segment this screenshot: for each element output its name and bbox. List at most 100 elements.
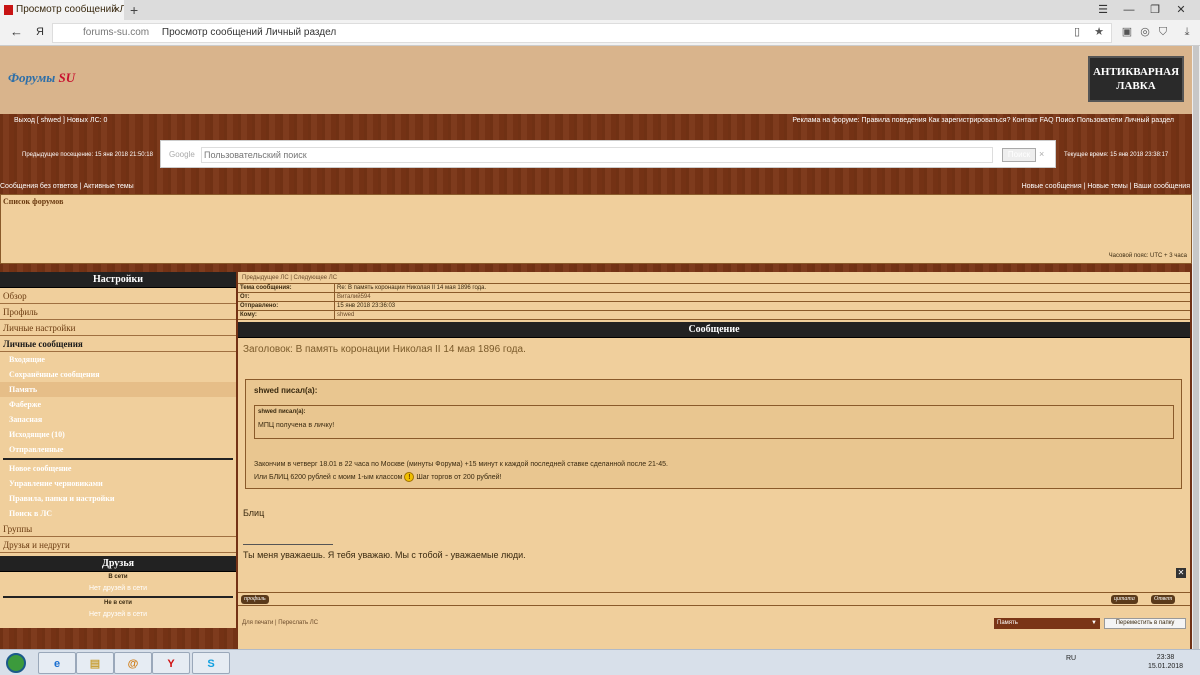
new-posts-links[interactable]: Новые сообщения | Новые темы | Ваши сооб… — [1022, 181, 1190, 193]
close-window-icon[interactable]: ✕ — [1168, 0, 1194, 20]
forum-index-link[interactable]: Список форумов — [3, 197, 63, 206]
quote-inner-author: shwed писал(а): — [258, 409, 306, 415]
unanswered-active-links[interactable]: Сообщения без ответов | Активные темы — [0, 181, 134, 193]
url-host: forums-su.com — [83, 27, 150, 38]
move-to-folder-button[interactable]: Переместить в папку — [1104, 618, 1186, 629]
pm-folder-spare[interactable]: Запасная — [0, 412, 236, 427]
settings-title: Настройки — [0, 272, 236, 288]
tab-title: Просмотр сообщений Л — [16, 4, 124, 15]
friends-title: Друзья — [0, 556, 236, 572]
yandex-browser-icon[interactable]: Y — [152, 652, 190, 674]
message-footer: Для печати | Переслать ЛС Память ▼ Переме… — [238, 614, 1190, 632]
pm-folder-outbox[interactable]: Исходящие (10) — [0, 427, 236, 442]
explorer-icon[interactable]: ▤ — [76, 652, 114, 674]
message-title: Заголовок: В память коронации Николая II… — [243, 344, 526, 355]
from-user-link[interactable]: Виталий594 — [334, 293, 371, 302]
logout-link[interactable]: Выход [ shwed ] Новых ЛС: 0 — [14, 114, 107, 128]
pm-rules[interactable]: Правила, папки и настройки — [0, 491, 236, 506]
star-icon[interactable]: ★ — [1092, 25, 1106, 39]
from-label: От: — [240, 294, 250, 300]
clock-time: 23:38 — [1156, 654, 1175, 661]
extension-icon[interactable]: ▣ — [1120, 25, 1134, 39]
online-label: В сети — [108, 574, 128, 580]
url-field[interactable]: forums-su.com Просмотр сообщений Личный … — [52, 23, 1112, 43]
pm-folder-memory[interactable]: Память — [0, 382, 236, 397]
breadcrumb-box: Список форумов Часовой пояс: UTC + 3 час… — [0, 194, 1192, 264]
reply-button[interactable]: Ответ — [1151, 595, 1176, 604]
pm-drafts[interactable]: Управление черновиками — [0, 476, 236, 491]
sent-row: Отправлено: 15 янв 2018 23:36:03 — [238, 302, 1190, 311]
ie-icon[interactable]: e — [38, 652, 76, 674]
pm-folder-faberge[interactable]: Фаберже — [0, 397, 236, 412]
shield-icon[interactable]: ⛉ — [1156, 25, 1170, 39]
subject-value: Re: В память коронации Николая II 14 мая… — [334, 284, 486, 293]
pm-compose[interactable]: Новое сообщение — [0, 461, 236, 476]
prev-next-pm[interactable]: Предыдущее ЛС | Следующее ЛС — [238, 272, 1190, 284]
nav-friends-foes[interactable]: Друзья и недруги — [0, 537, 236, 553]
favicon-icon — [4, 5, 13, 15]
mail-icon[interactable]: @ — [114, 652, 152, 674]
message-heading: Сообщение — [238, 322, 1190, 338]
top-navigation: Выход [ shwed ] Новых ЛС: 0 Реклама на ф… — [0, 114, 1192, 128]
google-search-box: Google Поиск × — [160, 140, 1056, 168]
offline-label: Не в сети — [104, 600, 132, 606]
yandex-icon[interactable]: Я — [36, 26, 44, 38]
quote-inner: shwed писал(а): МПЦ получена в личку! — [254, 405, 1174, 439]
browser-tab[interactable]: Просмотр сообщений Л × — [0, 0, 124, 20]
banner-line2: ЛАВКА — [1116, 80, 1156, 92]
reply-text: Блиц — [243, 508, 265, 518]
offline-empty: Нет друзей в сети — [88, 611, 148, 618]
print-forward-links[interactable]: Для печати | Переслать ЛС — [242, 614, 318, 632]
skype-icon[interactable]: S — [192, 652, 230, 674]
clear-search-icon[interactable]: × — [1039, 149, 1044, 159]
blitz-terms: Или БЛИЦ 6200 рублей с моим 1-ым классом… — [254, 472, 1173, 482]
google-label: Google — [169, 150, 195, 159]
to-label: Кому: — [240, 312, 257, 318]
minimize-icon[interactable]: — — [1116, 0, 1142, 20]
menu-icon[interactable]: ☰ — [1090, 0, 1116, 20]
nav-groups[interactable]: Группы — [0, 521, 236, 537]
message-panel: Предыдущее ЛС | Следующее ЛС Тема сообще… — [238, 272, 1190, 649]
profile-button[interactable]: профиль — [241, 595, 269, 604]
language-indicator[interactable]: RU — [1066, 655, 1076, 662]
bid-step-text: Шаг торгов от 200 рублей! — [416, 473, 502, 481]
top-nav-links[interactable]: Реклама на форуме: Правила поведения Как… — [792, 114, 1174, 128]
scrollbar-thumb[interactable] — [1193, 46, 1199, 649]
forum-page: Форумы SU АНТИКВАРНАЯ ЛАВКА Выход [ shwe… — [0, 46, 1192, 649]
system-clock[interactable]: 23:38 15.01.2018 — [1148, 653, 1183, 671]
banner-line1: АНТИКВАРНАЯ — [1092, 66, 1180, 78]
sent-value: 15 янв 2018 23:36:03 — [334, 302, 395, 311]
nav-personal-settings[interactable]: Личные настройки — [0, 320, 236, 336]
logo-text: Форумы — [8, 70, 56, 85]
search-button[interactable]: Поиск — [1002, 148, 1036, 162]
start-button[interactable] — [6, 653, 26, 673]
back-arrow-icon[interactable]: ← — [10, 24, 23, 39]
search-input[interactable] — [201, 147, 993, 163]
sent-label: Отправлено: — [240, 303, 279, 309]
address-bar: ← Я forums-su.com Просмотр сообщений Лич… — [0, 20, 1200, 46]
nav-overview[interactable]: Обзор — [0, 288, 236, 304]
to-user-link[interactable]: shwed — [334, 311, 354, 320]
pm-folder-inbox[interactable]: Входящие — [0, 352, 236, 367]
auction-terms: Закончим в четверг 18.01 в 22 часа по Мо… — [254, 461, 668, 468]
folder-select[interactable]: Память ▼ — [994, 618, 1100, 629]
antique-shop-banner[interactable]: АНТИКВАРНАЯ ЛАВКА — [1088, 56, 1184, 102]
pm-folder-saved[interactable]: Сохранённые сообщения — [0, 367, 236, 382]
download-icon[interactable]: ⤓ — [1180, 25, 1194, 39]
pm-search[interactable]: Поиск в ЛС — [0, 506, 236, 521]
sync-icon[interactable]: ◎ — [1138, 25, 1152, 39]
site-logo[interactable]: Форумы SU — [8, 70, 75, 86]
quote-button[interactable]: цитата — [1111, 595, 1138, 604]
friends-panel: Друзья В сети Нет друзей в сети Не в сет… — [0, 556, 236, 618]
new-tab-button[interactable]: + — [130, 0, 138, 20]
tab-close-icon[interactable]: × — [114, 0, 120, 20]
online-empty: Нет друзей в сети — [88, 585, 148, 592]
page-scrollbar[interactable] — [1192, 46, 1200, 649]
report-icon[interactable]: ✕ — [1176, 568, 1186, 578]
signature: Ты меня уважаешь. Я тебя уважаю. Мы с то… — [243, 550, 526, 560]
nav-private-messages[interactable]: Личные сообщения — [0, 336, 236, 352]
pm-folder-sent[interactable]: Отправленные — [0, 442, 236, 457]
maximize-icon[interactable]: ❐ — [1142, 0, 1168, 20]
nav-profile[interactable]: Профиль — [0, 304, 236, 320]
reader-icon[interactable]: ▯ — [1070, 25, 1084, 39]
